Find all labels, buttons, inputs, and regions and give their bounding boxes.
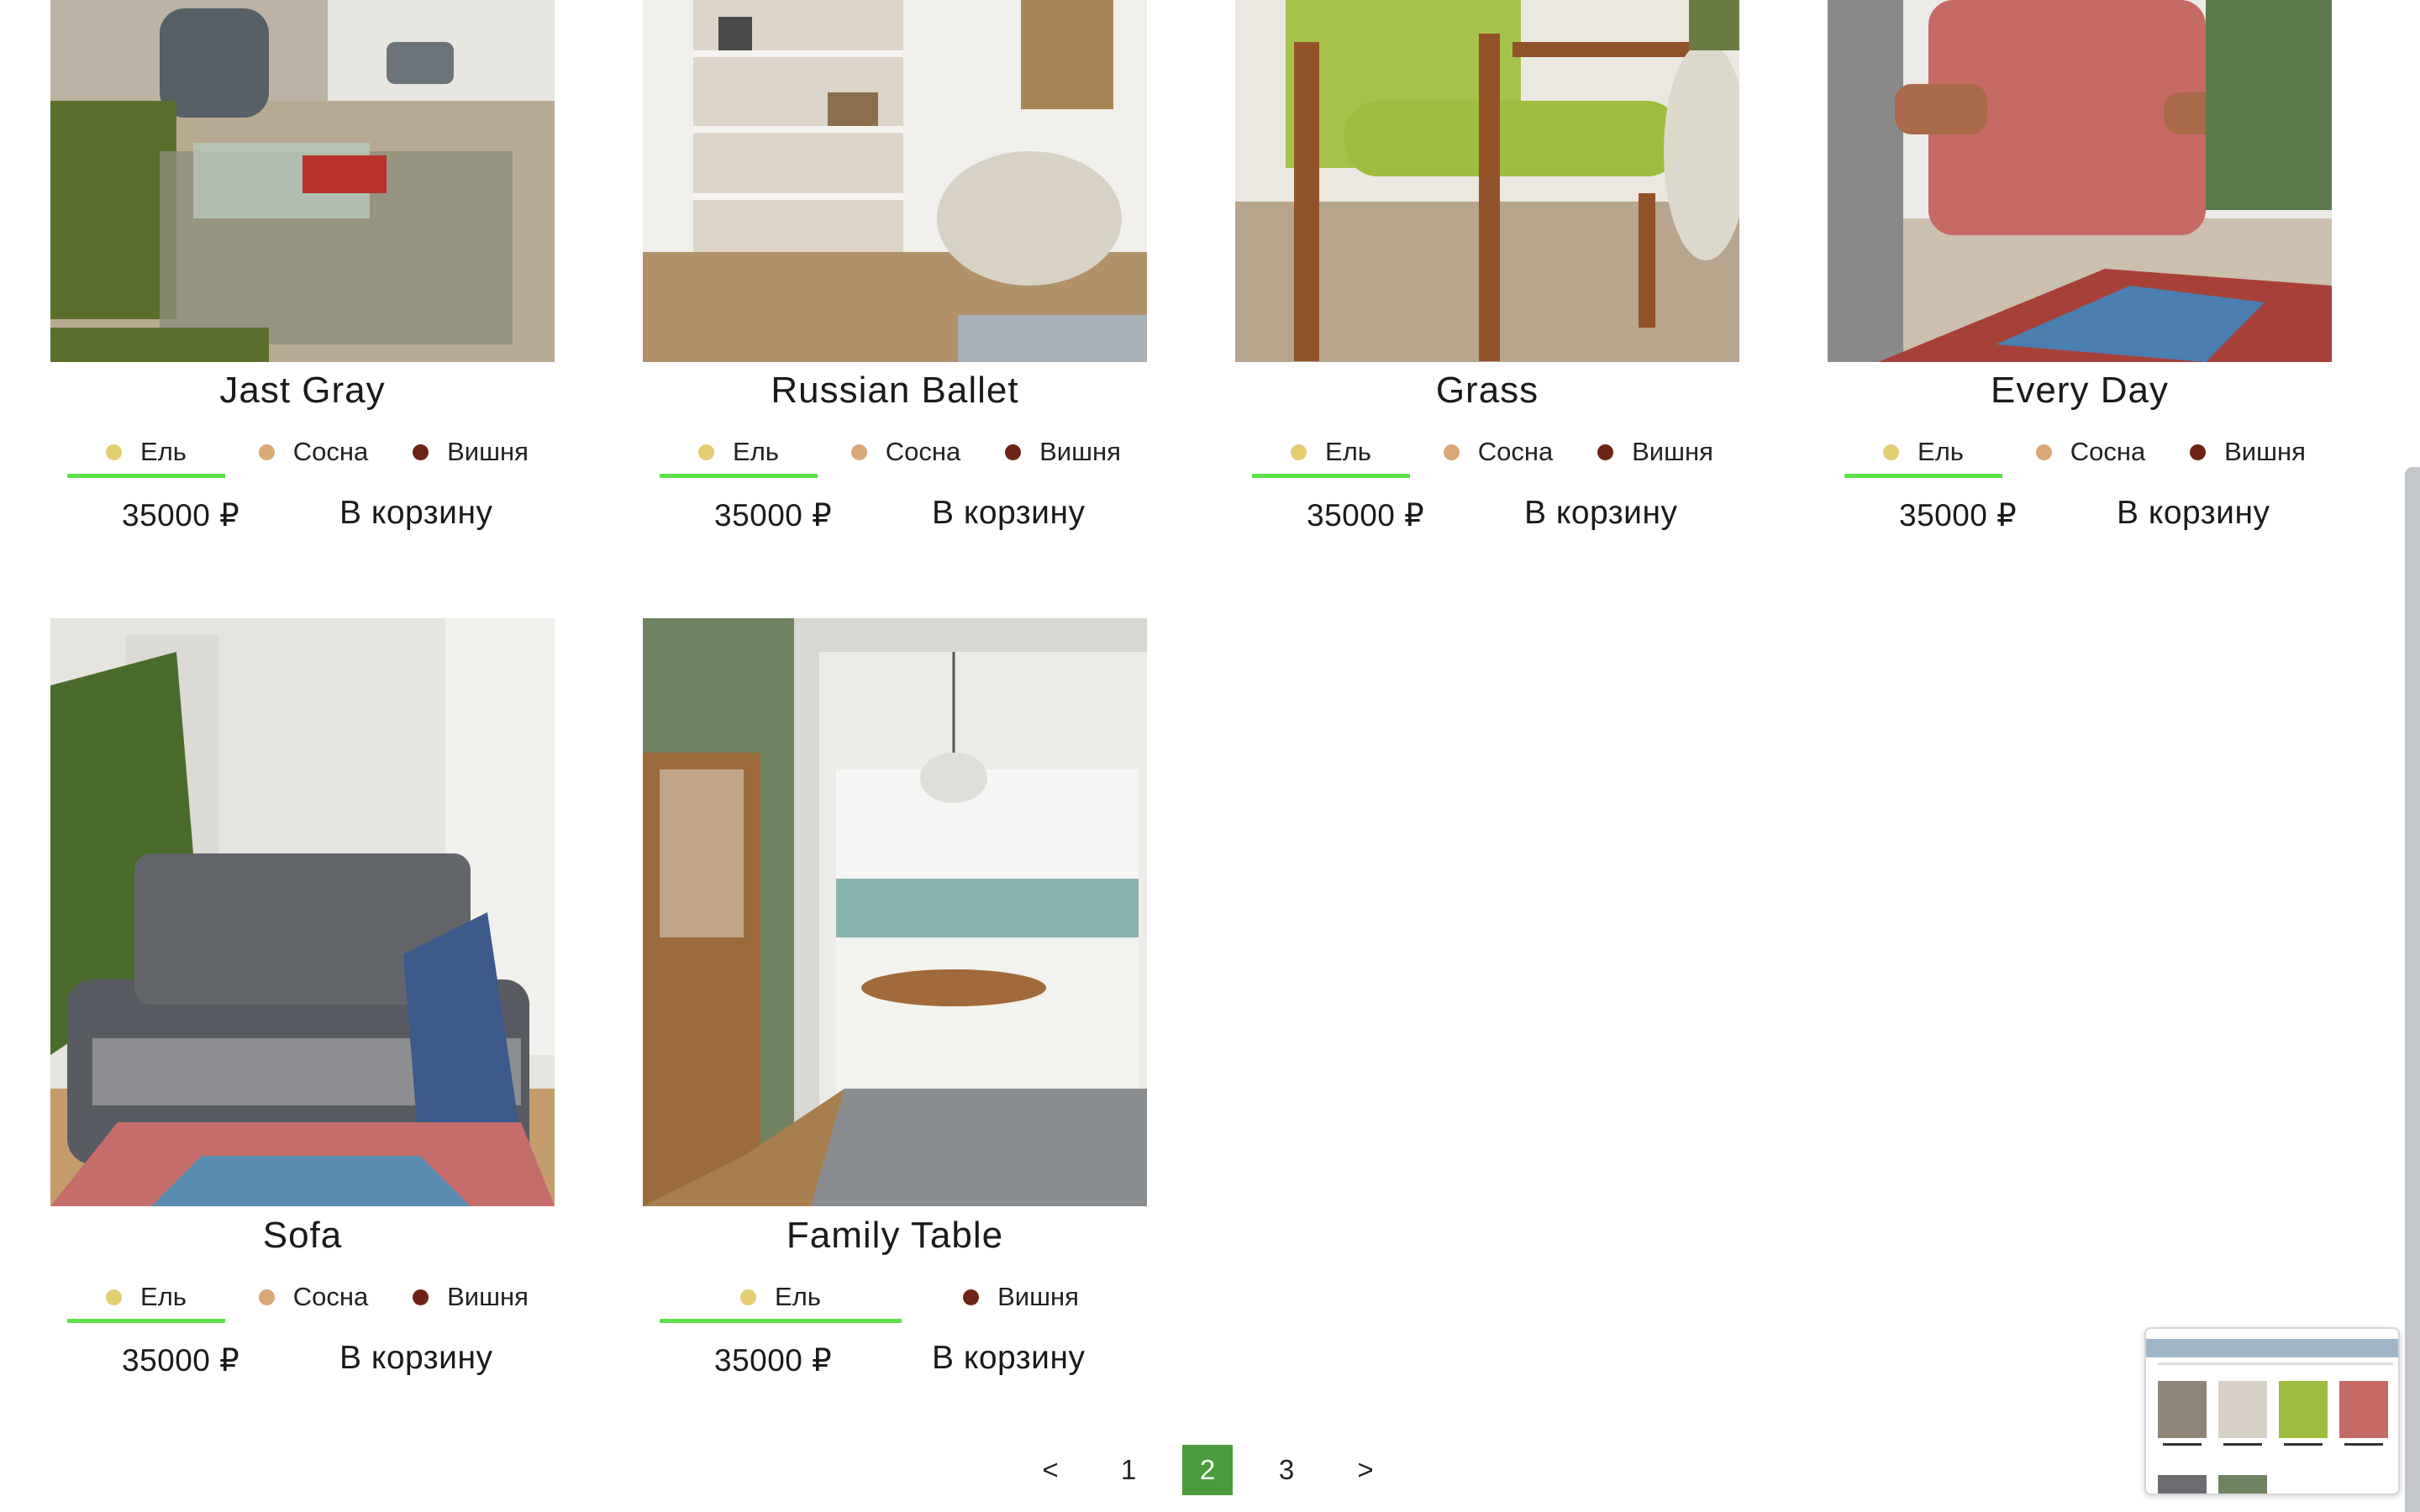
product-title[interactable]: Jast Gray xyxy=(50,370,555,412)
variant-label: Сосна xyxy=(292,1282,369,1311)
variant-option[interactable]: Вишня xyxy=(395,1275,546,1319)
product-image[interactable] xyxy=(643,618,1147,1206)
variant-selector: Ель Вишня xyxy=(643,1275,1147,1326)
variant-option[interactable]: Ель xyxy=(67,430,225,478)
variant-option[interactable]: Сосна xyxy=(242,430,385,474)
variant-option[interactable]: Ель xyxy=(1844,430,2002,478)
product-title[interactable]: Every Day xyxy=(1828,370,2332,412)
variant-option[interactable]: Вишня xyxy=(920,1275,1122,1319)
color-swatch-icon xyxy=(740,1289,757,1305)
product-title[interactable]: Family Table xyxy=(643,1215,1147,1257)
color-swatch-icon xyxy=(258,444,275,460)
variant-selector: Ель Сосна Вишня xyxy=(643,430,1147,480)
product-price: 35000 ₽ xyxy=(122,498,240,533)
variant-selector: Ель Сосна Вишня xyxy=(1828,430,2332,480)
variant-option[interactable]: Вишня xyxy=(987,430,1139,474)
variant-label: Ель xyxy=(140,437,187,466)
variant-label: Ель xyxy=(1325,437,1371,466)
color-swatch-icon xyxy=(1291,444,1307,460)
variant-option[interactable]: Ель xyxy=(67,1275,225,1323)
product-image[interactable] xyxy=(1235,0,1739,362)
variant-option[interactable]: Вишня xyxy=(395,430,546,474)
variant-option[interactable]: Ель xyxy=(660,1275,902,1323)
color-swatch-icon xyxy=(850,444,867,460)
variant-selector: Ель Сосна Вишня xyxy=(50,430,555,480)
color-swatch-icon xyxy=(1883,444,1900,460)
add-to-cart-button[interactable]: В корзину xyxy=(932,495,1086,532)
product-title[interactable]: Grass xyxy=(1235,370,1739,412)
color-swatch-icon xyxy=(1443,444,1460,460)
variant-label: Ель xyxy=(1918,437,1964,466)
variant-label: Ель xyxy=(775,1282,821,1311)
variant-label: Вишня xyxy=(447,437,529,466)
pagination-page-1[interactable]: 1 xyxy=(1103,1445,1154,1495)
variant-label: Вишня xyxy=(997,1282,1079,1311)
variant-label: Сосна xyxy=(885,437,961,466)
variant-option[interactable]: Ель xyxy=(1252,430,1410,478)
add-to-cart-button[interactable]: В корзину xyxy=(339,1340,493,1377)
variant-label: Вишня xyxy=(1039,437,1121,466)
color-swatch-icon xyxy=(413,444,429,460)
pagination-page-2[interactable]: 2 xyxy=(1182,1445,1233,1495)
product-image[interactable] xyxy=(50,0,555,362)
pagination-next-button[interactable]: > xyxy=(1340,1445,1391,1495)
variant-label: Ель xyxy=(140,1282,187,1311)
variant-option[interactable]: Ель xyxy=(660,430,818,478)
variant-label: Вишня xyxy=(2224,437,2306,466)
color-swatch-icon xyxy=(2035,444,2052,460)
product-price: 35000 ₽ xyxy=(1899,498,2018,533)
product-price: 35000 ₽ xyxy=(122,1343,240,1378)
product-price: 35000 ₽ xyxy=(714,498,833,533)
pagination-page-3[interactable]: 3 xyxy=(1261,1445,1312,1495)
variant-option[interactable]: Сосна xyxy=(834,430,977,474)
pagination: < 1 2 3 > xyxy=(1025,1445,1395,1495)
variant-label: Ель xyxy=(733,437,779,466)
pagination-prev-button[interactable]: < xyxy=(1025,1445,1076,1495)
color-swatch-icon xyxy=(106,444,123,460)
product-price: 35000 ₽ xyxy=(1307,498,1425,533)
product-image[interactable] xyxy=(1828,0,2332,362)
variant-label: Сосна xyxy=(292,437,369,466)
variant-option[interactable]: Сосна xyxy=(2019,430,2162,474)
add-to-cart-button[interactable]: В корзину xyxy=(339,495,493,532)
product-title[interactable]: Russian Ballet xyxy=(643,370,1147,412)
variant-option[interactable]: Сосна xyxy=(1427,430,1570,474)
color-swatch-icon xyxy=(1005,444,1022,460)
variant-option[interactable]: Вишня xyxy=(2172,430,2323,474)
color-swatch-icon xyxy=(698,444,715,460)
variant-label: Вишня xyxy=(1632,437,1713,466)
page-preview-thumbnail[interactable] xyxy=(2144,1327,2400,1495)
color-swatch-icon xyxy=(106,1289,123,1305)
product-title[interactable]: Sofa xyxy=(50,1215,555,1257)
color-swatch-icon xyxy=(1597,444,1614,460)
variant-label: Сосна xyxy=(1477,437,1554,466)
color-swatch-icon xyxy=(413,1289,429,1305)
add-to-cart-button[interactable]: В корзину xyxy=(2117,495,2270,532)
product-image[interactable] xyxy=(50,618,555,1206)
page-scrollbar[interactable] xyxy=(2405,467,2420,1512)
variant-option[interactable]: Вишня xyxy=(1580,430,1731,474)
variant-option[interactable]: Сосна xyxy=(242,1275,385,1319)
color-swatch-icon xyxy=(258,1289,275,1305)
variant-label: Сосна xyxy=(2070,437,2146,466)
variant-selector: Ель Сосна Вишня xyxy=(50,1275,555,1326)
variant-label: Вишня xyxy=(447,1282,529,1311)
add-to-cart-button[interactable]: В корзину xyxy=(1524,495,1678,532)
add-to-cart-button[interactable]: В корзину xyxy=(932,1340,1086,1377)
color-swatch-icon xyxy=(963,1289,980,1305)
product-image[interactable] xyxy=(643,0,1147,362)
variant-selector: Ель Сосна Вишня xyxy=(1235,430,1739,480)
product-price: 35000 ₽ xyxy=(714,1343,833,1378)
color-swatch-icon xyxy=(2190,444,2207,460)
